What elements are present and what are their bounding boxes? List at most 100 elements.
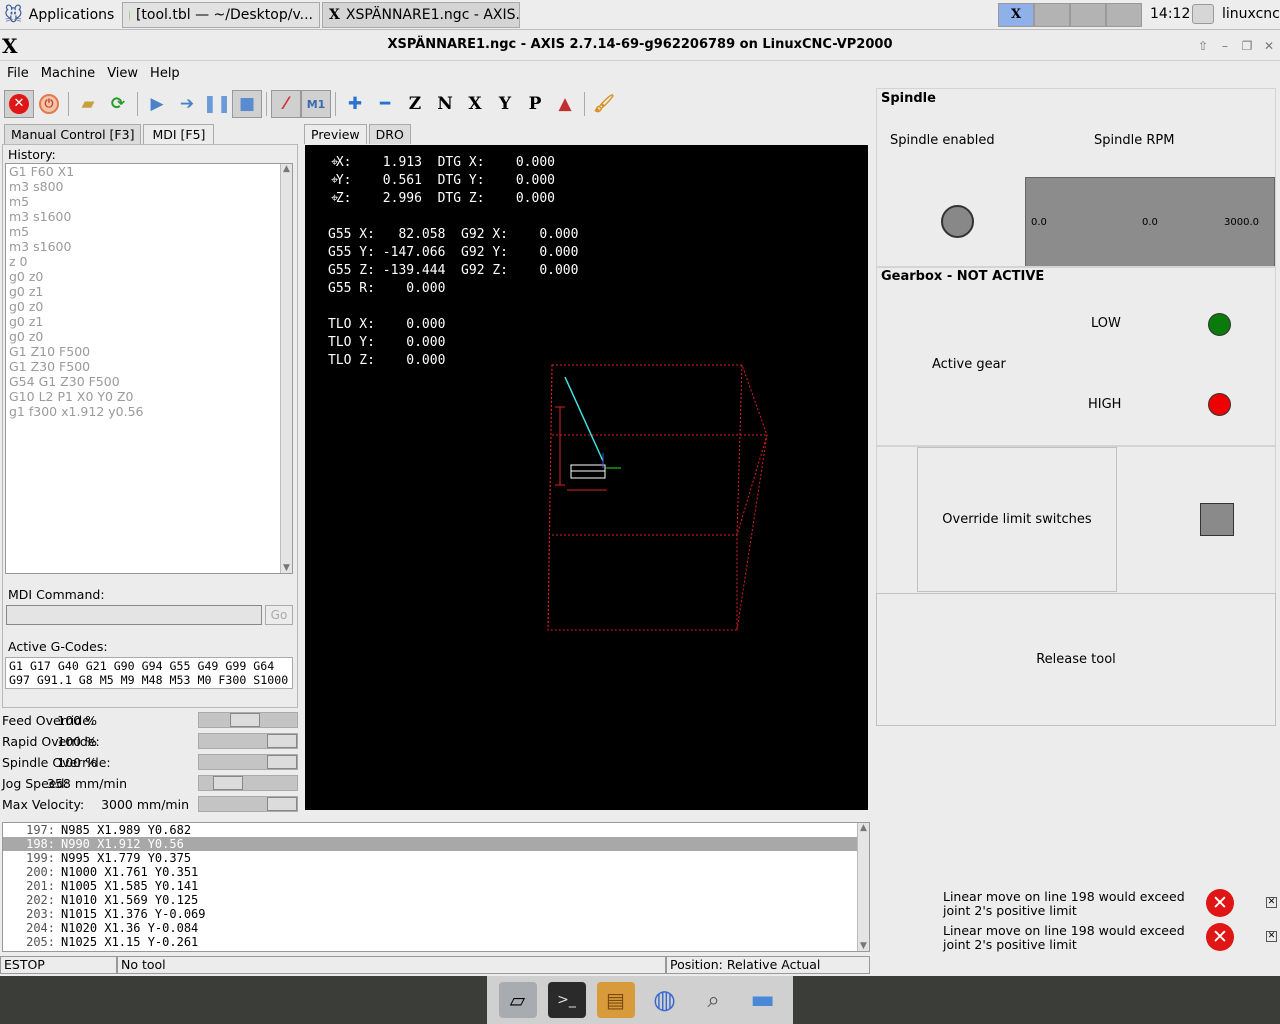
gcode-line[interactable]: 199: N995 X1.779 Y0.375 bbox=[3, 851, 869, 865]
mdi-command-input[interactable] bbox=[6, 605, 262, 625]
gcode-listing[interactable]: 197: N985 X1.989 Y0.682 198: N990 X1.912 Y0… bbox=[2, 822, 870, 952]
mdi-go-button[interactable]: Go bbox=[265, 605, 293, 625]
menu-machine[interactable]: Machine bbox=[41, 66, 95, 81]
gcode-line[interactable]: 197: N985 X1.989 Y0.682 bbox=[3, 823, 869, 837]
step-icon[interactable]: ➔ bbox=[172, 90, 202, 118]
menu-view[interactable]: View bbox=[107, 66, 138, 81]
stop-icon[interactable]: ■ bbox=[232, 90, 262, 118]
tab-mdi[interactable]: MDI [F5] bbox=[143, 124, 215, 144]
workspace-2[interactable] bbox=[1034, 3, 1070, 27]
history-item[interactable]: G1 Z30 F500 bbox=[6, 359, 292, 374]
tab-preview[interactable]: Preview bbox=[304, 124, 367, 144]
pause-icon[interactable]: ❚❚ bbox=[202, 90, 232, 118]
search-icon[interactable]: ⌕ bbox=[695, 982, 733, 1018]
history-item[interactable]: g0 z0 bbox=[6, 269, 292, 284]
history-item[interactable]: g1 f300 x1.912 y0.56 bbox=[6, 404, 292, 419]
username[interactable]: linuxcnc bbox=[1222, 6, 1280, 22]
workspace-3[interactable] bbox=[1070, 3, 1106, 27]
history-item[interactable]: g0 z0 bbox=[6, 299, 292, 314]
history-item[interactable]: G10 L2 P1 X0 Y0 Z0 bbox=[6, 389, 292, 404]
history-item[interactable]: m5 bbox=[6, 194, 292, 209]
history-item[interactable]: m3 s1600 bbox=[6, 239, 292, 254]
history-item[interactable]: m3 s800 bbox=[6, 179, 292, 194]
override-slider[interactable] bbox=[198, 754, 298, 770]
view-x-icon[interactable]: X bbox=[460, 90, 490, 118]
estop-icon[interactable]: ✕ bbox=[4, 90, 34, 118]
history-scrollbar[interactable]: ▲ ▼ bbox=[280, 164, 292, 573]
block-delete-icon[interactable]: ⁄ bbox=[271, 90, 301, 118]
gcode-line[interactable]: 198: N990 X1.912 Y0.56 bbox=[3, 837, 869, 851]
menu-file[interactable]: File bbox=[7, 66, 29, 81]
reload-icon[interactable]: ⟳ bbox=[103, 90, 133, 118]
slider-thumb[interactable] bbox=[267, 755, 297, 769]
release-tool-button[interactable]: Release tool bbox=[876, 593, 1276, 726]
optional-stop-icon[interactable]: M1 bbox=[301, 90, 331, 118]
slider-thumb[interactable] bbox=[213, 776, 243, 790]
history-item[interactable]: m3 s1600 bbox=[6, 209, 292, 224]
taskbar-item-axis[interactable]: X XSPÄNNARE1.ngc - AXIS... bbox=[322, 2, 520, 28]
gcode-line[interactable]: 204: N1020 X1.36 Y-0.084 bbox=[3, 921, 869, 935]
override-slider[interactable] bbox=[198, 712, 298, 728]
gcode-line-text: N995 X1.779 Y0.375 bbox=[61, 851, 192, 865]
web-browser-icon[interactable]: ◍ bbox=[646, 982, 684, 1018]
desktop-icon[interactable]: ▱ bbox=[498, 982, 537, 1018]
override-limits-button[interactable]: Override limit switches bbox=[917, 447, 1117, 592]
terminal-icon[interactable]: >_ bbox=[547, 982, 586, 1018]
history-item[interactable]: g0 z1 bbox=[6, 314, 292, 329]
override-slider[interactable] bbox=[198, 775, 298, 791]
override-slider[interactable] bbox=[198, 796, 298, 812]
view-z2-icon[interactable]: N bbox=[430, 90, 460, 118]
slider-thumb[interactable] bbox=[267, 797, 297, 811]
rotate-icon[interactable]: ▲ bbox=[550, 90, 580, 118]
power-icon[interactable]: ⏻ bbox=[34, 90, 64, 118]
history-item[interactable]: g0 z0 bbox=[6, 329, 292, 344]
gcode-line[interactable]: 201: N1005 X1.585 Y0.141 bbox=[3, 879, 869, 893]
gcode-scrollbar[interactable]: ▲ ▼ bbox=[857, 823, 869, 951]
workspace-1[interactable]: X bbox=[998, 3, 1034, 27]
menu-help[interactable]: Help bbox=[150, 66, 180, 81]
history-item[interactable]: g0 z1 bbox=[6, 284, 292, 299]
zoom-in-icon[interactable]: ✚ bbox=[340, 90, 370, 118]
slider-thumb[interactable] bbox=[230, 713, 260, 727]
history-item[interactable]: m5 bbox=[6, 224, 292, 239]
gcode-line[interactable]: 203: N1015 X1.376 Y-0.069 bbox=[3, 907, 869, 921]
close-icon[interactable]: ✕ bbox=[1261, 38, 1277, 54]
history-list[interactable]: G1 F60 X1 m3 s800 m5 m3 s1600 m5 m3 s1600 z 0g… bbox=[5, 163, 293, 574]
close-icon[interactable]: ✕ bbox=[1266, 931, 1277, 942]
preview-canvas[interactable]: ⌖ ⌖ ⌖ X: 1.913 DTG X: 0.000 Y: 0.561 DTG… bbox=[305, 145, 868, 810]
rpm-value: 0.0 bbox=[1142, 217, 1158, 228]
clear-plot-icon[interactable]: 🖌 bbox=[589, 90, 619, 118]
applications-menu[interactable]: 🐭 Applications bbox=[4, 3, 114, 27]
history-item[interactable]: G1 F60 X1 bbox=[6, 164, 292, 179]
open-file-icon[interactable]: ▰ bbox=[73, 90, 103, 118]
shade-icon[interactable]: ⇧ bbox=[1195, 38, 1211, 54]
view-z-icon[interactable]: Z bbox=[400, 90, 430, 118]
window-titlebar[interactable]: X XSPÄNNARE1.ngc - AXIS 2.7.14-69-g96220… bbox=[0, 31, 1280, 61]
gcode-line-number: 204: bbox=[26, 921, 55, 935]
active-gcodes-line: G1 G17 G40 G21 G90 G94 G55 G49 G99 G64 bbox=[9, 659, 275, 673]
maximize-icon[interactable]: ❐ bbox=[1239, 38, 1255, 54]
run-icon[interactable]: ▶ bbox=[142, 90, 172, 118]
zoom-out-icon[interactable]: ━ bbox=[370, 90, 400, 118]
slider-thumb[interactable] bbox=[267, 734, 297, 748]
close-icon[interactable]: ✕ bbox=[1266, 897, 1277, 908]
gcode-line[interactable]: 202: N1010 X1.569 Y0.125 bbox=[3, 893, 869, 907]
override-slider[interactable] bbox=[198, 733, 298, 749]
gcode-line[interactable]: 200: N1000 X1.761 Y0.351 bbox=[3, 865, 869, 879]
folder-icon[interactable]: ▬ bbox=[744, 982, 782, 1018]
taskbar-item-tooltbl[interactable]: [tool.tbl — ~/Desktop/v... bbox=[122, 2, 320, 28]
history-item[interactable]: G54 G1 Z30 F500 bbox=[6, 374, 292, 389]
file-manager-icon[interactable]: ▤ bbox=[596, 982, 635, 1018]
minimize-icon[interactable]: – bbox=[1217, 38, 1233, 54]
view-p-icon[interactable]: P bbox=[520, 90, 550, 118]
history-item[interactable]: G1 Z10 F500 bbox=[6, 344, 292, 359]
history-item[interactable]: z 0 bbox=[6, 254, 292, 269]
tab-dro[interactable]: DRO bbox=[368, 124, 411, 144]
rpm-max: 3000.0 bbox=[1224, 217, 1259, 228]
switch-user-icon[interactable] bbox=[1192, 4, 1214, 24]
gcode-line[interactable]: 205: N1025 X1.15 Y-0.261 bbox=[3, 935, 869, 949]
workspace-4[interactable] bbox=[1106, 3, 1142, 27]
tab-manual-control[interactable]: Manual Control [F3] bbox=[4, 124, 142, 144]
view-y-icon[interactable]: Y bbox=[490, 90, 520, 118]
clock: 14:12 bbox=[1150, 6, 1191, 22]
